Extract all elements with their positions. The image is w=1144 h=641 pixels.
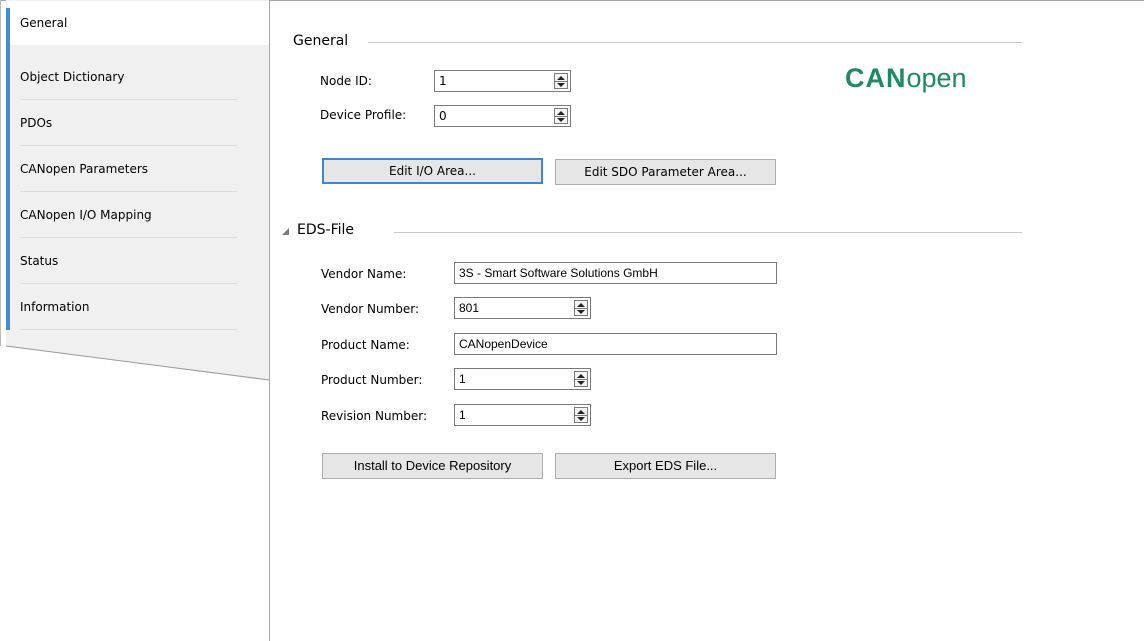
spin-down-button[interactable] [555,116,567,123]
tab-marker [6,100,10,146]
product-name-field[interactable]: CANopenDevice [454,333,777,355]
spinner-buttons[interactable] [574,407,588,423]
install-to-device-repository-button[interactable]: Install to Device Repository [322,453,543,479]
arrow-up-icon [557,76,565,80]
spin-down-button[interactable] [575,379,587,386]
general-section-title: General [293,33,349,49]
device-profile-stepper[interactable]: 0 [434,105,571,127]
tab-label: PDOs [20,116,53,130]
vendor-number-stepper[interactable]: 801 [454,297,591,319]
eds-section-title: EDS-File [297,222,354,238]
sidebar-left-border [0,0,1,346]
tab-label: Information [20,300,90,314]
general-section-rule [368,42,1022,43]
tab-label: Status [20,254,59,268]
tab-pdos[interactable]: PDOs [6,100,269,146]
edit-io-area-button[interactable]: Edit I/O Area... [322,158,543,184]
spin-down-button[interactable] [575,308,587,315]
tab-canopen-io-mapping[interactable]: CANopen I/O Mapping [6,192,269,238]
export-eds-file-button[interactable]: Export EDS File... [555,453,776,479]
spinner-buttons[interactable] [574,371,588,387]
vendor-number-label: Vendor Number: [321,302,420,316]
tab-label: General [20,16,68,30]
tab-label: Object Dictionary [20,70,125,84]
arrow-down-icon [557,118,565,122]
sidebar: General Object Dictionary PDOs CANopen P… [0,0,270,641]
eds-section-rule [394,232,1022,233]
edit-sdo-parameter-area-button[interactable]: Edit SDO Parameter Area... [555,159,776,185]
tab-marker [6,192,10,238]
general-page: General Node ID: 1 Device Profile: 0 CAN… [270,0,1144,641]
tab-separator [20,329,237,330]
tab-marker [6,146,10,192]
tab-information[interactable]: Information [6,284,269,330]
node-id-value: 1 [439,74,447,88]
spinner-buttons[interactable] [554,73,568,89]
tab-status[interactable]: Status [6,238,269,284]
node-id-stepper[interactable]: 1 [434,70,571,92]
revision-number-label: Revision Number: [321,409,428,423]
tab-marker [6,54,10,100]
logo-bold-text: CAN [845,63,907,93]
collapse-triangle-icon[interactable] [282,228,289,235]
vendor-name-label: Vendor Name: [321,267,407,281]
tab-label: CANopen I/O Mapping [20,208,152,222]
spin-down-button[interactable] [575,415,587,422]
logo-light-text: open [906,63,967,93]
tab-label: CANopen Parameters [20,162,149,176]
arrow-up-icon [577,374,585,378]
spinner-buttons[interactable] [554,108,568,124]
tab-general[interactable]: General [6,8,269,54]
arrow-down-icon [577,310,585,314]
product-name-label: Product Name: [321,338,410,352]
revision-number-stepper[interactable]: 1 [454,404,591,426]
canopen-logo: CANopen [845,63,967,94]
device-profile-value: 0 [439,109,447,123]
arrow-up-icon [577,410,585,414]
product-number-stepper[interactable]: 1 [454,368,591,390]
tab-canopen-parameters[interactable]: CANopen Parameters [6,146,269,192]
revision-number-value: 1 [459,408,466,422]
device-profile-label: Device Profile: [320,108,407,122]
node-id-label: Node ID: [320,74,372,88]
spinner-buttons[interactable] [574,300,588,316]
tab-marker [6,8,10,54]
spin-down-button[interactable] [555,81,567,88]
arrow-down-icon [577,417,585,421]
arrow-down-icon [557,83,565,87]
arrow-down-icon [577,381,585,385]
tab-object-dictionary[interactable]: Object Dictionary [6,54,269,100]
tab-marker [6,238,10,284]
product-number-value: 1 [459,372,466,386]
vendor-name-field[interactable]: 3S - Smart Software Solutions GmbH [454,262,777,284]
product-number-label: Product Number: [321,373,423,387]
tab-marker [6,284,10,330]
vendor-number-value: 801 [459,301,480,315]
arrow-up-icon [577,303,585,307]
arrow-up-icon [557,111,565,115]
